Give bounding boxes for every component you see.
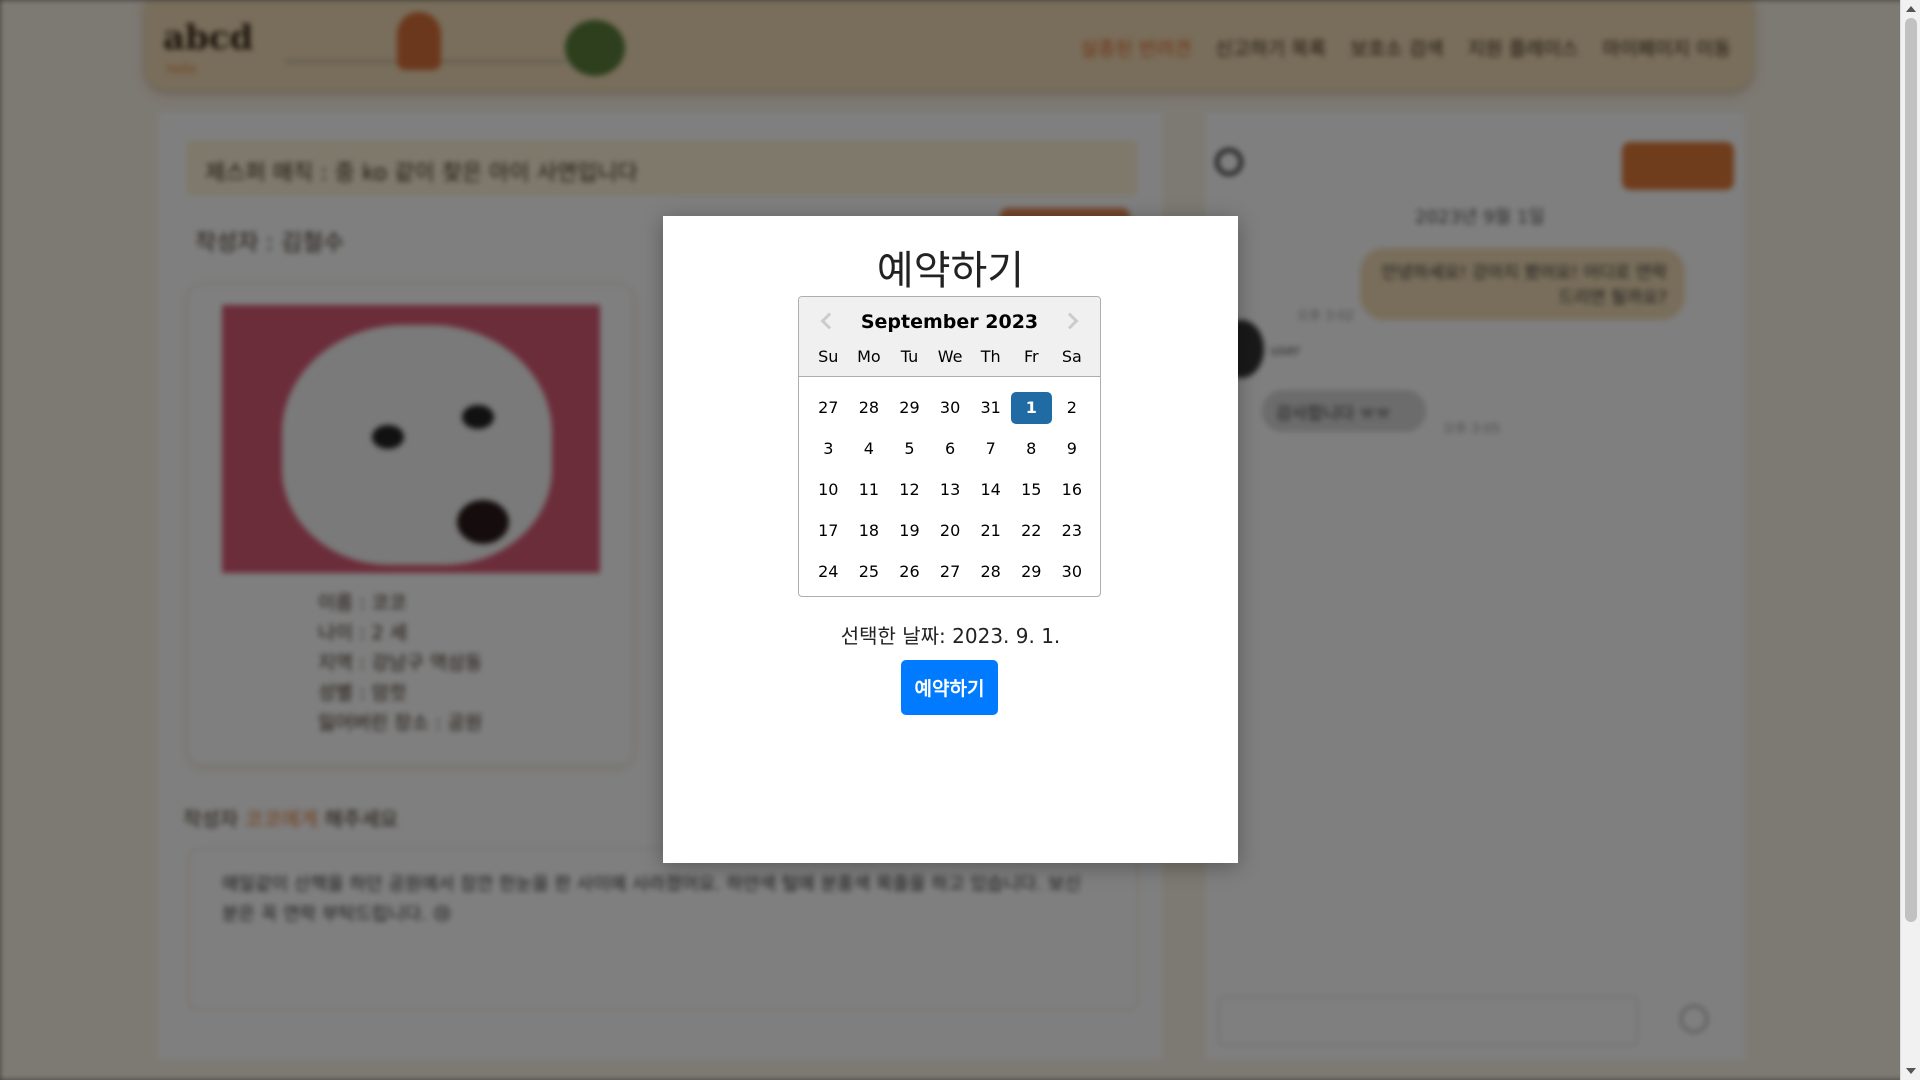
- calendar-day[interactable]: 29: [1011, 556, 1052, 588]
- scroll-down-arrow-icon[interactable]: [1906, 1068, 1916, 1074]
- modal-title: 예약하기: [876, 248, 1025, 294]
- calendar-day[interactable]: 29: [889, 392, 930, 424]
- calendar-day[interactable]: 31: [970, 392, 1011, 424]
- calendar-days: 27 28 29 30 31 1 2 3 4 5 6 7 8 9 10 11 12 13 14 15 16 17 18 19 2…: [808, 387, 1092, 592]
- calendar-day[interactable]: 14: [970, 474, 1011, 506]
- weekday-label: We: [937, 347, 963, 366]
- weekday-label: Mo: [857, 347, 881, 366]
- calendar-day[interactable]: 24: [808, 556, 849, 588]
- calendar-week: 24 25 26 27 28 29 30: [808, 551, 1092, 592]
- calendar-week: 10 11 12 13 14 15 16: [808, 469, 1092, 510]
- calendar-day[interactable]: 30: [1052, 556, 1093, 588]
- calendar-day[interactable]: 21: [970, 515, 1011, 547]
- calendar-day[interactable]: 16: [1052, 474, 1093, 506]
- calendar-weekdays: Su Mo Tu We Th Fr Sa: [808, 347, 1092, 366]
- calendar-day[interactable]: 22: [1011, 515, 1052, 547]
- weekday-label: Th: [980, 347, 1001, 366]
- calendar-day[interactable]: 13: [930, 474, 971, 506]
- calendar-day[interactable]: 28: [970, 556, 1011, 588]
- weekday-label: Su: [818, 347, 839, 366]
- calendar-day[interactable]: 6: [930, 433, 971, 465]
- calendar-day[interactable]: 27: [930, 556, 971, 588]
- weekday-label: Fr: [1023, 347, 1039, 366]
- calendar-day[interactable]: 10: [808, 474, 849, 506]
- calendar-day[interactable]: 4: [849, 433, 890, 465]
- selected-date-text: 선택한 날짜: 2023. 9. 1.: [840, 624, 1061, 648]
- calendar-month-label: September 2023: [860, 311, 1039, 333]
- calendar-day[interactable]: 2: [1052, 392, 1093, 424]
- calendar-day[interactable]: 19: [889, 515, 930, 547]
- calendar-day[interactable]: 3: [808, 433, 849, 465]
- next-month-icon[interactable]: [1058, 305, 1088, 335]
- page-scrollbar[interactable]: [1900, 0, 1920, 1080]
- calendar-day[interactable]: 12: [889, 474, 930, 506]
- calendar-week: 27 28 29 30 31 1 2: [808, 387, 1092, 428]
- calendar-day[interactable]: 18: [849, 515, 890, 547]
- calendar-week: 17 18 19 20 21 22 23: [808, 510, 1092, 551]
- datepicker-calendar: September 2023 Su Mo Tu We Th Fr Sa 27 28…: [798, 296, 1101, 597]
- calendar-week: 3456789: [808, 428, 1092, 469]
- calendar-day[interactable]: 7: [970, 433, 1011, 465]
- calendar-day[interactable]: 28: [849, 392, 890, 424]
- calendar-day[interactable]: 5: [889, 433, 930, 465]
- reservation-modal: 예약하기 September 2023 Su Mo Tu We Th Fr Sa…: [663, 216, 1238, 863]
- calendar-day[interactable]: 11: [849, 474, 890, 506]
- calendar-header: September 2023 Su Mo Tu We Th Fr Sa: [799, 297, 1100, 377]
- calendar-day[interactable]: 27: [808, 392, 849, 424]
- scrollbar-thumb[interactable]: [1905, 18, 1917, 922]
- calendar-day[interactable]: 9: [1052, 433, 1093, 465]
- reserve-button[interactable]: 예약하기: [901, 660, 998, 715]
- calendar-day[interactable]: 15: [1011, 474, 1052, 506]
- scroll-up-arrow-icon[interactable]: [1906, 6, 1916, 12]
- calendar-day[interactable]: 23: [1052, 515, 1093, 547]
- calendar-day[interactable]: 1: [1010, 391, 1052, 424]
- calendar-day[interactable]: 25: [849, 556, 890, 588]
- weekday-label: Sa: [1061, 347, 1082, 366]
- calendar-day[interactable]: 30: [930, 392, 971, 424]
- calendar-day[interactable]: 8: [1011, 433, 1052, 465]
- calendar-day[interactable]: 17: [808, 515, 849, 547]
- weekday-label: Tu: [900, 347, 919, 366]
- calendar-day[interactable]: 26: [889, 556, 930, 588]
- calendar-day[interactable]: 20: [930, 515, 971, 547]
